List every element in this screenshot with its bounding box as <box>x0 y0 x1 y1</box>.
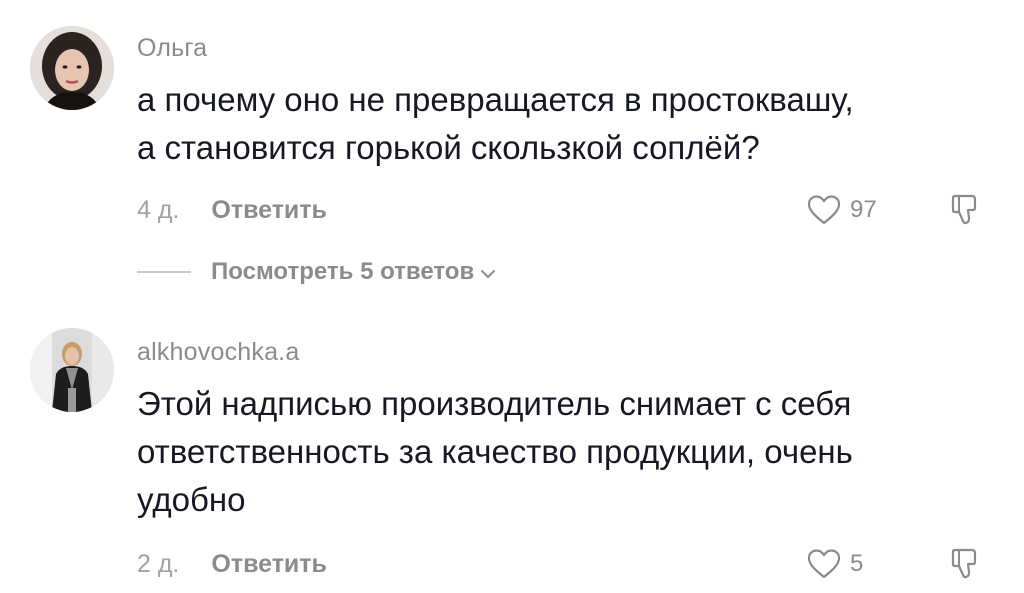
divider-line <box>137 271 191 273</box>
like-count: 97 <box>850 196 877 223</box>
comment-text: а почему оно не превращается в простоква… <box>137 76 997 172</box>
view-replies-label: Посмотреть 5 ответов <box>211 258 475 285</box>
comment-meta: 4 д. Ответить <box>137 192 327 228</box>
comment-text: Этой надписью производитель снимает с се… <box>137 380 997 524</box>
thumbs-down-icon <box>951 548 977 579</box>
heart-outline-icon <box>807 549 841 579</box>
avatar[interactable] <box>30 328 114 412</box>
comment-text-line: ответственность за качество продукции, о… <box>137 433 853 470</box>
like-button[interactable]: 97 <box>806 192 877 228</box>
chevron-down-icon <box>481 270 496 278</box>
comment-text-line: а становится горькой скользкой соплёй? <box>137 129 760 166</box>
thumbs-down-icon <box>951 194 977 225</box>
comment-text-line: удобно <box>137 481 246 518</box>
like-button[interactable]: 5 <box>806 546 863 582</box>
comment-time: 4 д. <box>137 195 180 224</box>
reply-button[interactable]: Ответить <box>211 196 327 225</box>
view-replies-button[interactable]: Посмотреть 5 ответов <box>137 252 496 292</box>
reply-button[interactable]: Ответить <box>211 550 327 579</box>
heart-outline-icon <box>807 195 841 225</box>
dislike-button[interactable] <box>946 546 982 582</box>
avatar[interactable] <box>30 26 114 110</box>
like-count: 5 <box>850 550 864 577</box>
dislike-button[interactable] <box>946 192 982 228</box>
comment-username[interactable]: Ольга <box>137 34 207 63</box>
comment-meta: 2 д. Ответить <box>137 546 327 582</box>
comment-time: 2 д. <box>137 549 180 578</box>
comment-text-line: а почему оно не превращается в простоква… <box>137 81 854 118</box>
comment-username[interactable]: alkhovochka.a <box>137 338 299 367</box>
comment-text-line: Этой надписью производитель снимает с се… <box>137 385 852 422</box>
